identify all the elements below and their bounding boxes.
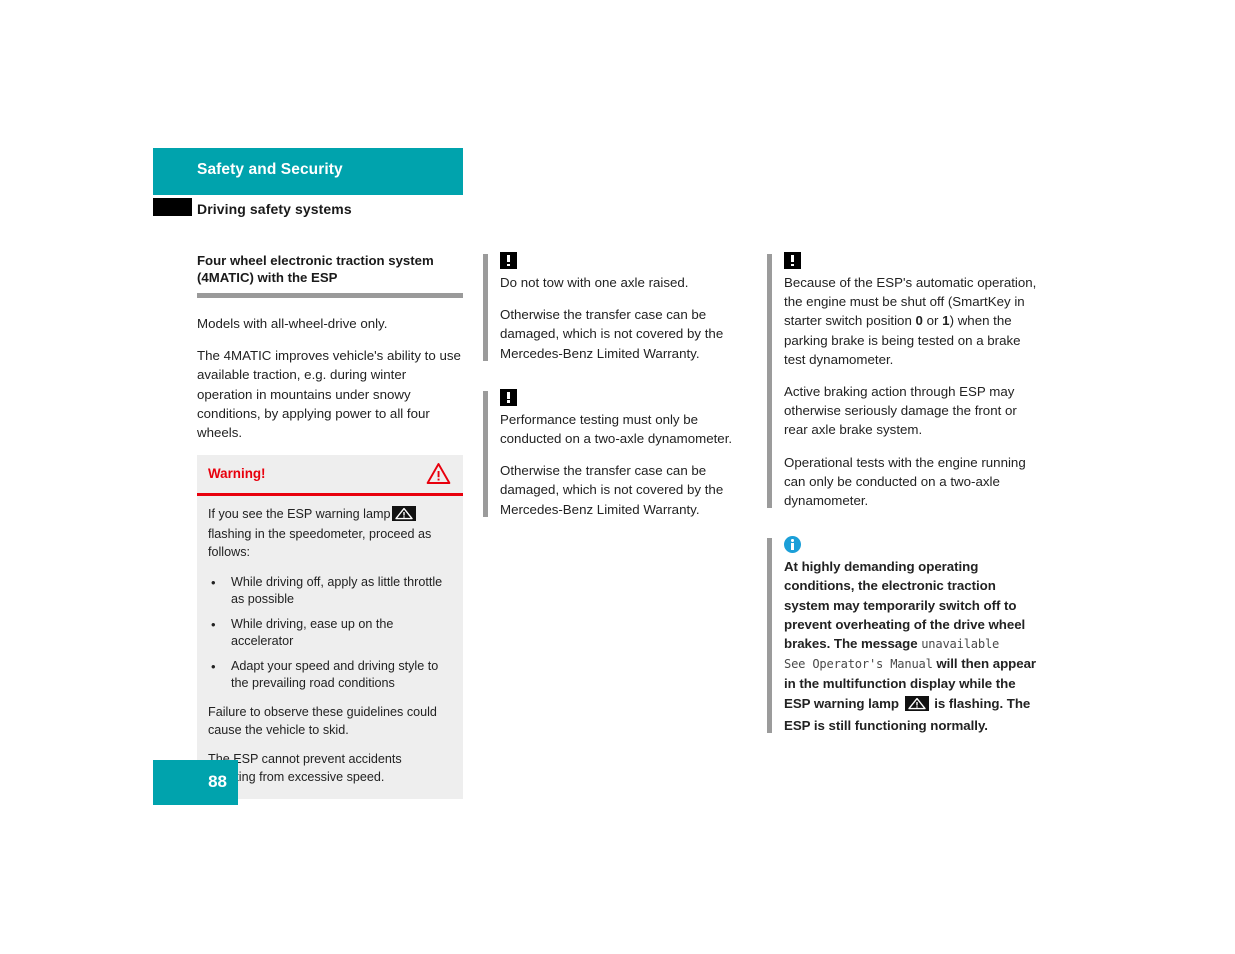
bullet-glyph: • xyxy=(211,616,216,632)
note-paragraph: Active braking action through ESP may ot… xyxy=(784,384,1017,438)
column-three: Because of the ESP's automatic operation… xyxy=(767,252,1037,761)
note-accent-bar xyxy=(483,390,488,517)
page-number-box: 88 xyxy=(153,760,238,805)
note-accent-bar xyxy=(767,538,772,734)
caution-exclamation-icon xyxy=(784,252,801,269)
caution-exclamation-icon xyxy=(500,388,517,406)
display-message-line-one: unavailable xyxy=(921,637,1000,652)
document-page: Safety and Security Driving safety syste… xyxy=(0,0,1235,954)
warning-paragraph: The ESP cannot prevent accidents resulti… xyxy=(208,752,402,784)
title-divider xyxy=(197,293,463,298)
warning-title: Warning! xyxy=(208,466,266,482)
bullet-glyph: • xyxy=(211,574,216,590)
chapter-header-band: Safety and Security xyxy=(153,148,463,195)
note-paragraph: Performance testing must only be conduct… xyxy=(500,411,733,447)
esp-warning-lamp-icon xyxy=(392,505,417,527)
note-paragraph: Otherwise the transfer case can be damag… xyxy=(500,307,724,361)
body-paragraph: Models with all-wheel-drive only. xyxy=(197,316,388,331)
bullet-glyph: • xyxy=(211,658,216,674)
page-title: Four wheel electronic traction system (4… xyxy=(197,253,434,285)
list-item-label: While driving, ease up on the accelerato… xyxy=(231,616,394,649)
column-one: Four wheel electronic traction system (4… xyxy=(197,252,463,800)
info-note: At highly demanding operating conditions… xyxy=(767,536,1037,735)
warning-bullet-list: • While driving off, apply as little thro… xyxy=(208,574,451,694)
note-paragraph: Operational tests with the engine runnin… xyxy=(784,454,1026,509)
section-header-title: Driving safety systems xyxy=(197,201,352,217)
body-paragraph: The 4MATIC improves vehicle's ability to… xyxy=(197,348,461,441)
caution-exclamation-icon xyxy=(500,252,517,269)
warning-box-header: Warning! xyxy=(197,455,463,493)
note-icon-row xyxy=(500,388,753,406)
warning-intro-paragraph: If you see the ESP warning lamp flashing… xyxy=(208,505,451,562)
list-item-label: While driving off, apply as little throt… xyxy=(231,574,443,607)
caution-note: Do not tow with one axle raised. Otherwi… xyxy=(483,252,753,363)
column-two: Do not tow with one axle raised. Otherwi… xyxy=(483,252,753,545)
warning-intro-text-before: If you see the ESP warning lamp xyxy=(208,506,391,521)
list-item: • While driving, ease up on the accelerat… xyxy=(208,616,451,651)
page-number: 88 xyxy=(208,772,227,791)
note-icon-row xyxy=(500,252,753,269)
chapter-title: Safety and Security xyxy=(197,161,343,178)
warning-box-body: If you see the ESP warning lamp flashing… xyxy=(197,496,463,800)
warning-paragraph: Failure to observe these guidelines coul… xyxy=(208,705,437,737)
warning-intro-text-after: flashing in the speedometer, proceed as … xyxy=(208,527,432,559)
list-item-label: Adapt your speed and driving style to th… xyxy=(231,658,439,691)
note-bold-value: 1 xyxy=(942,313,950,329)
note-accent-bar xyxy=(483,254,488,361)
note-icon-row xyxy=(784,252,1037,269)
note-text-segment: or xyxy=(922,313,943,329)
note-accent-bar xyxy=(767,254,772,509)
warning-triangle-icon xyxy=(426,462,451,490)
note-paragraph: At highly demanding operating conditions… xyxy=(784,557,1037,735)
warning-box: Warning! If you see the ESP warning lamp… xyxy=(197,455,463,800)
note-bold-value: 0 xyxy=(915,313,923,329)
esp-warning-lamp-icon xyxy=(904,695,929,716)
note-paragraph: Do not tow with one axle raised. xyxy=(500,275,689,290)
caution-note: Because of the ESP's automatic operation… xyxy=(767,252,1037,510)
note-paragraph: Because of the ESP's automatic operation… xyxy=(784,273,1037,369)
note-icon-row xyxy=(784,536,1037,554)
note-paragraph: Otherwise the transfer case can be damag… xyxy=(500,463,724,517)
header-black-marker xyxy=(153,198,192,216)
display-message-line-two: See Operator's Manual xyxy=(784,657,933,672)
info-circle-icon xyxy=(784,536,801,554)
list-item: • While driving off, apply as little thro… xyxy=(208,574,451,609)
caution-note: Performance testing must only be conduct… xyxy=(483,388,753,519)
list-item: • Adapt your speed and driving style to t… xyxy=(208,658,451,693)
